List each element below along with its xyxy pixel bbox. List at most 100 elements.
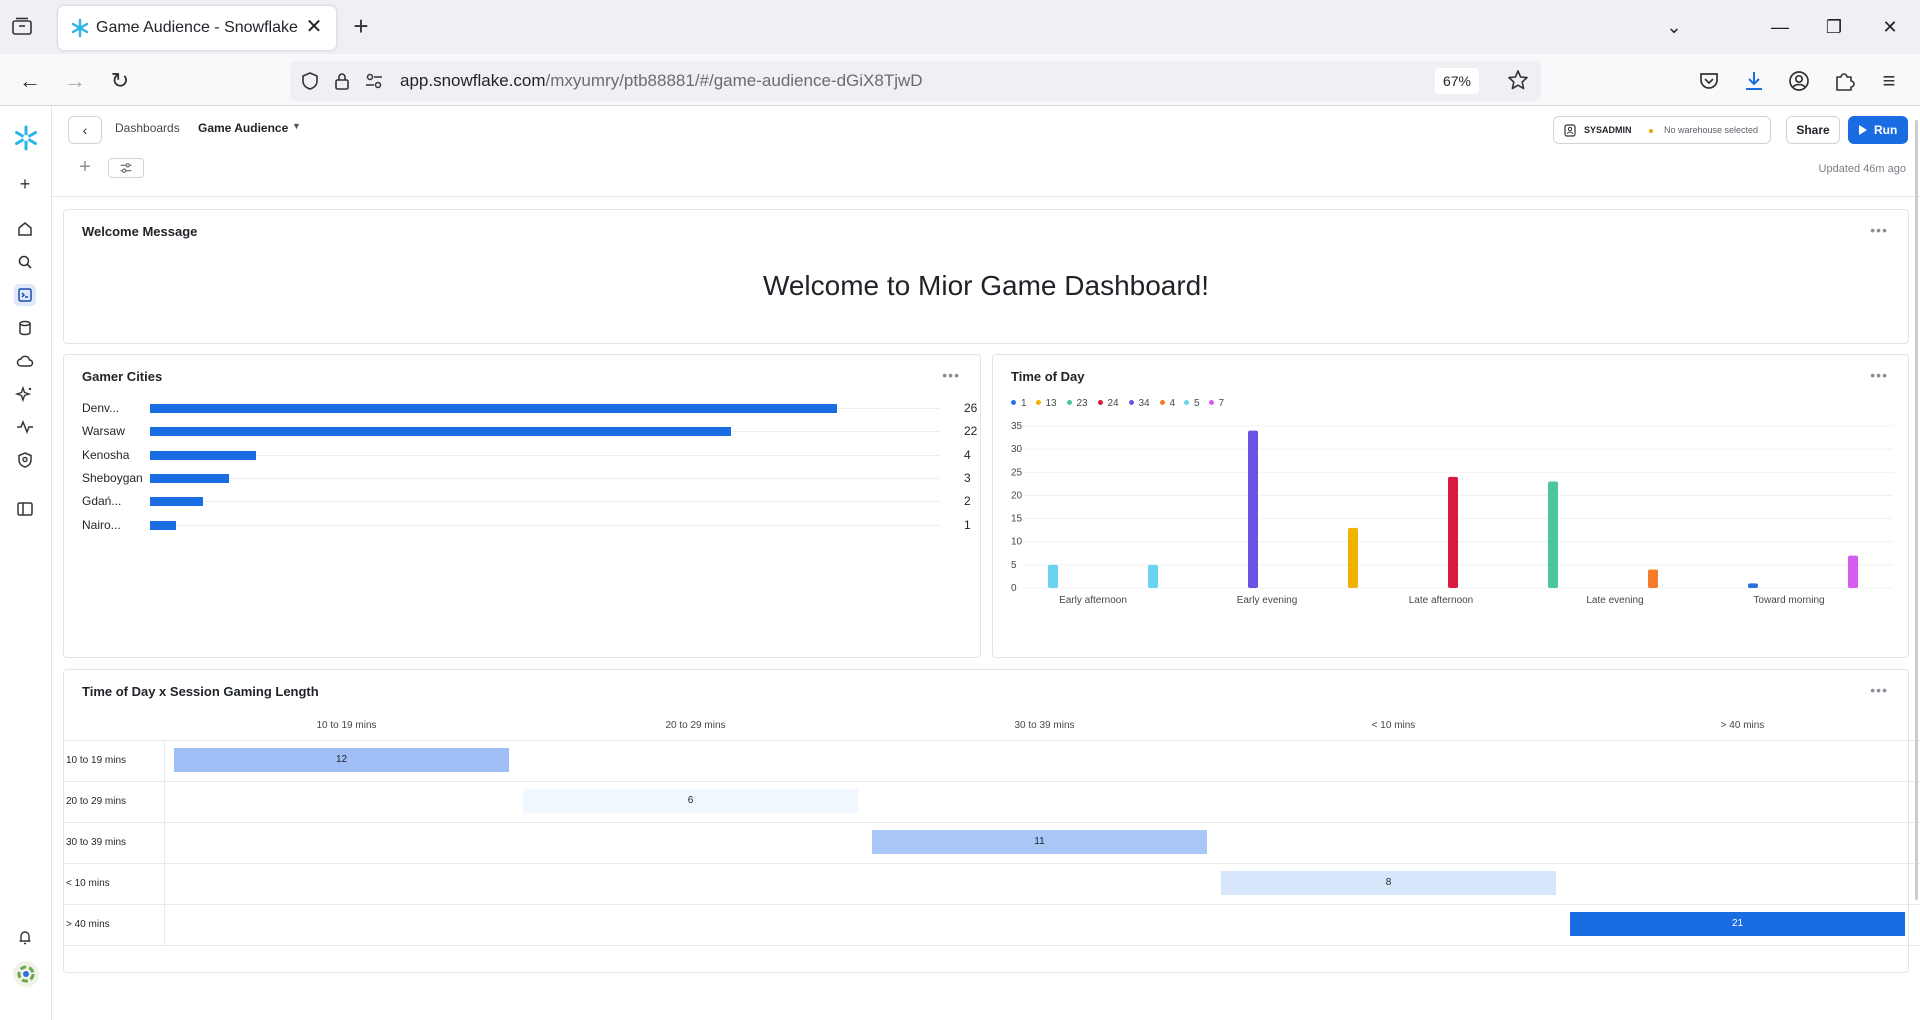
bar-value-label: 3	[964, 470, 971, 485]
heatmap-row-label: < 10 mins	[66, 878, 110, 889]
data-products-cloud-icon[interactable]	[14, 350, 36, 372]
data-database-icon[interactable]	[14, 317, 36, 339]
back-button[interactable]: ‹	[68, 116, 102, 144]
x-category-label: Late afternoon	[1409, 595, 1474, 606]
legend-item[interactable]: 34	[1128, 398, 1150, 409]
heatmap-cell[interactable]: 6	[523, 789, 858, 813]
time-of-day-bar[interactable]	[1248, 430, 1258, 588]
lock-icon[interactable]	[332, 71, 352, 91]
site-permissions-icon[interactable]	[364, 71, 384, 91]
tab-list-icon[interactable]	[12, 17, 32, 35]
bookmark-star-icon[interactable]	[1507, 69, 1529, 91]
more-options-icon[interactable]: •••	[942, 367, 960, 383]
heatmap-row-divider	[64, 863, 1920, 864]
time-of-day-bar[interactable]	[1748, 583, 1758, 588]
city-bar[interactable]	[150, 497, 203, 507]
ai-ml-sparkle-icon[interactable]	[14, 383, 36, 405]
time-of-day-bar-chart: 0 5 10 15 20 25 30 35 Early afternoon Early eveni…	[1011, 421, 1893, 606]
heatmap-row-label: 20 to 29 mins	[66, 796, 127, 807]
page-scrollbar[interactable]	[1915, 120, 1918, 900]
legend-swatch	[1128, 400, 1134, 405]
snowflake-logo-icon[interactable]	[12, 124, 40, 152]
time-of-day-bar[interactable]	[1348, 527, 1358, 588]
list-all-tabs-icon[interactable]: ⌄	[1656, 12, 1692, 42]
browser-tab-active[interactable]: Game Audience - Snowflake ✕	[58, 6, 336, 50]
legend-item[interactable]: 24	[1097, 398, 1119, 409]
url-text[interactable]: app.snowflake.com/mxyumry/ptb88881/#/gam…	[400, 71, 923, 91]
create-plus-icon[interactable]: +	[14, 174, 36, 196]
y-tick-label: 15	[1011, 514, 1023, 525]
legend-item[interactable]: 13	[1035, 398, 1057, 409]
welcome-message-tile[interactable]: Welcome Message ••• Welcome to Mior Game…	[63, 209, 1909, 344]
time-of-day-bar[interactable]	[1048, 564, 1058, 588]
heatmap-cell[interactable]: 8	[1221, 871, 1556, 895]
more-options-icon[interactable]: •••	[1870, 682, 1888, 698]
heatmap-cell[interactable]: 11	[872, 830, 1207, 854]
run-button[interactable]: Run	[1848, 116, 1908, 144]
filter-settings-button[interactable]	[108, 158, 144, 178]
add-tile-button[interactable]: +	[75, 157, 95, 177]
chevron-down-icon[interactable]: ▼	[292, 121, 301, 131]
breadcrumb-dashboards-link[interactable]: Dashboards	[115, 121, 180, 135]
browser-navigation-bar: ← → ↻ app.snowflake.com/mxyumry/ptb88881…	[0, 54, 1920, 106]
new-tab-button[interactable]: +	[348, 13, 374, 40]
y-tick-label: 5	[1011, 560, 1017, 571]
time-of-day-bar[interactable]	[1848, 555, 1858, 588]
bar-category-label: Denv...	[82, 401, 120, 415]
city-bar[interactable]	[150, 520, 177, 530]
zoom-level-button[interactable]: 67%	[1434, 68, 1479, 94]
city-bar[interactable]	[150, 404, 837, 413]
legend-item[interactable]: 4	[1159, 398, 1175, 409]
breadcrumb-current-dashboard[interactable]: Game Audience	[198, 121, 288, 135]
city-bar[interactable]	[150, 473, 230, 483]
legend-item[interactable]: 23	[1066, 398, 1088, 409]
more-options-icon[interactable]: •••	[1870, 222, 1888, 238]
monitoring-activity-icon[interactable]	[14, 416, 36, 438]
share-button[interactable]: Share	[1786, 116, 1840, 144]
menu-hamburger-icon[interactable]: ≡	[1876, 68, 1902, 94]
warehouse-status-dot	[1649, 129, 1653, 133]
back-arrow-icon[interactable]: ←	[15, 66, 45, 96]
heatmap-column-header: 30 to 39 mins	[1014, 720, 1075, 731]
forward-arrow-icon[interactable]: →	[60, 66, 90, 96]
extensions-icon[interactable]	[1831, 68, 1857, 94]
bar-value-label: 26	[964, 401, 978, 415]
user-avatar[interactable]	[12, 960, 40, 988]
time-of-day-tile[interactable]: Time of Day ••• 1 13 23 24 34 4 5 7 0 5 10 15 20 25 3…	[992, 354, 1909, 658]
admin-shield-icon[interactable]	[14, 449, 36, 471]
minimize-window-button[interactable]: —	[1762, 12, 1798, 42]
more-options-icon[interactable]: •••	[1870, 367, 1888, 383]
collapse-sidebar-icon[interactable]	[14, 498, 36, 520]
time-of-day-bar[interactable]	[1448, 476, 1458, 588]
close-window-button[interactable]: ✕	[1872, 12, 1908, 42]
run-button-label: Run	[1874, 123, 1898, 137]
close-tab-icon[interactable]: ✕	[302, 15, 326, 39]
pocket-icon[interactable]	[1696, 68, 1722, 94]
legend-item[interactable]: 7	[1208, 398, 1224, 409]
home-icon[interactable]	[14, 218, 36, 240]
city-bar[interactable]	[150, 450, 256, 460]
reload-icon[interactable]: ↻	[105, 66, 135, 96]
projects-worksheets-icon[interactable]	[14, 284, 36, 306]
time-of-day-bar[interactable]	[1548, 481, 1558, 588]
account-icon[interactable]	[1786, 68, 1812, 94]
time-of-day-by-session-length-tile[interactable]: Time of Day x Session Gaming Length ••• …	[63, 669, 1920, 973]
notifications-bell-icon[interactable]	[14, 926, 36, 948]
shield-icon[interactable]	[300, 71, 320, 91]
time-of-day-bar[interactable]	[1148, 564, 1158, 588]
legend-item[interactable]: 5	[1184, 398, 1200, 409]
downloads-icon[interactable]	[1741, 68, 1767, 94]
restore-window-button[interactable]: ❐	[1816, 12, 1852, 42]
legend-swatch	[1159, 400, 1165, 405]
x-category-label: Early afternoon	[1059, 595, 1127, 606]
gamer-cities-tile[interactable]: Gamer Cities ••• Denv... 26 Warsaw 22 Kenosh…	[63, 354, 981, 658]
header-divider	[52, 196, 1920, 197]
search-icon[interactable]	[14, 251, 36, 273]
time-of-day-bar[interactable]	[1648, 569, 1658, 588]
legend-item[interactable]: 1	[1011, 398, 1027, 409]
role-warehouse-selector[interactable]: SYSADMIN No warehouse selected	[1553, 116, 1771, 144]
heatmap-cell[interactable]: 12	[174, 748, 509, 772]
address-bar[interactable]: app.snowflake.com/mxyumry/ptb88881/#/gam…	[290, 61, 1541, 101]
heatmap-cell[interactable]: 21	[1570, 912, 1905, 936]
city-bar[interactable]	[150, 427, 732, 437]
